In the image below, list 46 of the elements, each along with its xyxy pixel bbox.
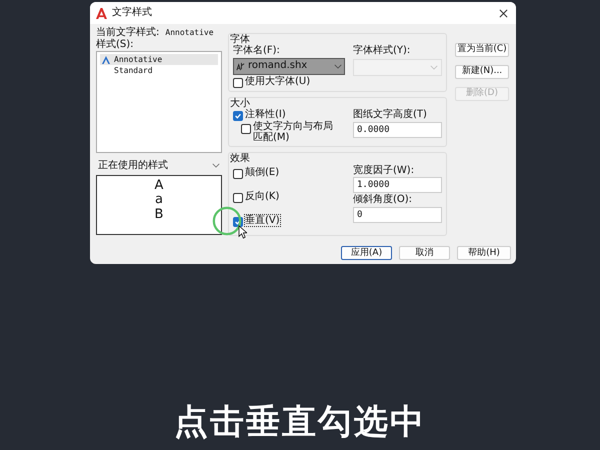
current-style-value: Annotative: [165, 28, 214, 38]
chevron-down-icon: [212, 163, 220, 168]
dialog-button[interactable]: 取消: [399, 246, 450, 260]
group-heading: 效果: [230, 153, 251, 164]
group-heading: 字体: [230, 34, 251, 44]
checkbox[interactable]: [233, 168, 243, 178]
dialog-button[interactable]: 应用(A): [341, 246, 392, 260]
font-style-label: 字体样式(Y):: [353, 45, 412, 56]
checkbox[interactable]: [241, 124, 251, 134]
oblique-angle-label: 倾斜角度(O):: [353, 194, 414, 206]
oblique-angle-field[interactable]: 0: [353, 206, 442, 222]
font-name-label: 字体名(F):: [233, 45, 281, 56]
checkbox-label: 使用大字体(U): [245, 76, 310, 87]
mouse-cursor-icon: [238, 225, 247, 239]
width-factor-label: 宽度因子(W):: [353, 164, 416, 176]
width-factor-field[interactable]: 1.0000: [353, 177, 442, 193]
checkbox-label: 注释性(I): [245, 109, 286, 120]
paper-height-field[interactable]: 0.0000: [353, 122, 442, 138]
filter-dropdown[interactable]: 正在使用的样式: [96, 159, 222, 172]
checkbox[interactable]: [233, 78, 243, 88]
checkbox[interactable]: [233, 111, 243, 121]
subtitle-caption: 点击垂直勾选中: [173, 402, 427, 442]
close-icon[interactable]: [499, 8, 508, 18]
checkbox-label: 反向(K): [245, 190, 280, 202]
checkbox[interactable]: [233, 192, 243, 202]
styles-label: 样式(S):: [96, 38, 135, 50]
paper-height-label: 图纸文字高度(T): [353, 109, 428, 120]
group-heading: 大小: [230, 98, 251, 108]
checkbox-label: 颠倒(E): [245, 166, 280, 178]
app-logo-icon: [96, 8, 107, 18]
font-icon: [236, 62, 245, 70]
checkbox-label: 垂直(V): [245, 214, 280, 226]
chevron-down-icon: [430, 64, 438, 70]
window-title: 文字样式: [112, 7, 152, 19]
side-button[interactable]: 置为当前(C): [455, 42, 509, 56]
highlight-circle: [212, 206, 242, 236]
checkbox-label: 使文字方向与布局匹配(M): [253, 122, 334, 143]
style-item[interactable]: Annotative: [100, 54, 218, 65]
side-button[interactable]: 新建(N)...: [455, 64, 509, 78]
font-name-dropdown[interactable]: romand.shx: [233, 58, 345, 74]
current-style-label: 当前文字样式:: [96, 27, 160, 38]
dialog-button[interactable]: 帮助(H): [457, 246, 511, 260]
checkmark-icon: [234, 112, 242, 120]
preview-text: AaB: [154, 177, 164, 224]
chevron-down-icon: [334, 64, 342, 68]
style-item[interactable]: Standard: [100, 65, 218, 76]
